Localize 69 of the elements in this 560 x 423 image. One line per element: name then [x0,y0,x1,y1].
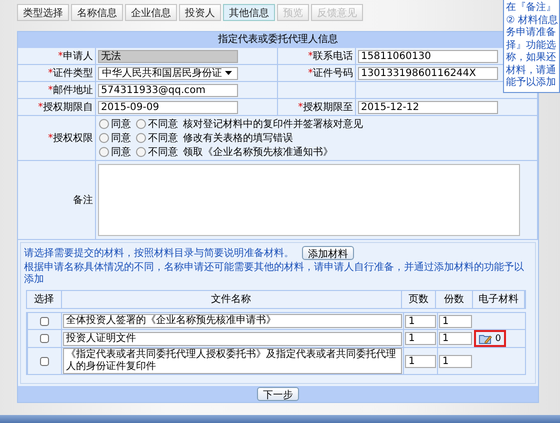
pages-field[interactable]: 1 [405,332,436,345]
file-name-field[interactable]: 投资人证明文件 [62,332,402,346]
tab[interactable]: 名称信息 [71,4,123,21]
tooltip-text: 择』功能选 [506,40,557,52]
select-field[interactable]: 中华人民共和国居民身份证 [98,66,238,80]
tab[interactable]: 类型选择 [17,4,69,21]
pages-field[interactable]: 1 [405,314,436,328]
required-mark: * [48,132,53,144]
field-label: 证件类型 [53,66,93,80]
add-material-button[interactable]: 添加材料 [302,246,354,260]
field-label: 备注 [73,194,93,207]
input-field[interactable]: 2015-09-09 [98,100,238,114]
pages-field[interactable]: 1 [405,354,436,368]
required-mark: * [298,102,303,112]
required-mark: * [58,50,63,62]
required-mark: * [48,68,53,78]
permission-text: 核对登记材料中的复印件并签署核对意见 [183,118,363,131]
tooltip-text: 务申请准备 [506,27,557,40]
radio-option[interactable]: 同意 [99,145,131,159]
copies-field[interactable]: 1 [439,332,472,345]
radio-option[interactable]: 不同意 [136,117,178,131]
tab[interactable]: 企业信息 [125,4,177,21]
attachment-count: 0 [495,334,501,344]
checkbox[interactable] [40,316,49,326]
tab[interactable]: 投资人 [179,4,221,21]
tooltip-text: 在『备注』 [506,2,557,14]
required-mark: * [38,102,43,112]
required-mark: * [308,50,313,62]
tab[interactable]: 其他信息 [223,4,275,21]
checkbox[interactable] [40,356,49,366]
radio-option[interactable]: 不同意 [136,145,178,159]
folder-edit-icon[interactable] [479,333,492,344]
column-header: 份数 [436,291,473,308]
next-step-button[interactable]: 下一步 [257,387,299,401]
field-label: 申请人 [63,50,93,63]
column-header: 选择 [27,291,62,308]
permission-text: 领取《企业名称预先核准通知书》 [183,146,333,159]
tooltip-text: ② 材料信息 [506,14,559,26]
tooltip-text: 称，如果还 [506,52,557,64]
input-field[interactable]: 15811060130 [358,50,498,62]
field-label: 授权期限自 [43,100,93,114]
copies-field[interactable]: 1 [439,354,472,368]
field-label: 授权权限 [53,132,93,145]
radio-option[interactable]: 不同意 [136,131,178,145]
required-mark: * [308,68,313,78]
file-name-field[interactable]: 全体投资人签署的《企业名称预先核准申请书》 [62,314,402,328]
input-field[interactable]: 无法 [98,50,238,62]
radio-option[interactable]: 同意 [99,131,131,145]
input-field[interactable]: 13013319860116244X [358,66,498,80]
permission-text: 修改有关表格的填写错误 [183,132,293,145]
tooltip-text: 材料，请通 [506,64,557,76]
field-label: 授权期限至 [303,100,353,114]
column-header: 电子材料 [472,291,526,308]
radio-option[interactable]: 同意 [99,117,131,131]
field-label: 证件号码 [313,67,353,80]
column-header: 文件名称 [62,291,402,308]
input-field[interactable]: 574311933@qq.com [98,84,238,96]
field-label: 联系电话 [313,50,353,63]
input-field[interactable]: 2015-12-12 [358,100,498,114]
instruction-text: 请选择需要提交的材料，按照材料目录与简要说明准备材料。 [24,246,294,260]
instruction-text: 根据申请名称具体情况的不同，名称申请还可能需要其他的材料，请申请人自行准备，并通过添加材料的功能予以添加 [24,262,525,286]
column-header: 页数 [402,291,436,308]
field-label: 邮件地址 [53,84,93,97]
tooltip-text: 能予以添加 [506,77,557,90]
dropdown-caret-icon [225,71,232,75]
file-name-field[interactable]: 《指定代表或者共同委托代理人授权委托书》及指定代表或者共同委托代理人的身份证件复印件 [62,348,402,374]
checkbox[interactable] [40,334,49,343]
required-mark: * [48,84,53,96]
copies-field[interactable]: 1 [439,314,472,328]
